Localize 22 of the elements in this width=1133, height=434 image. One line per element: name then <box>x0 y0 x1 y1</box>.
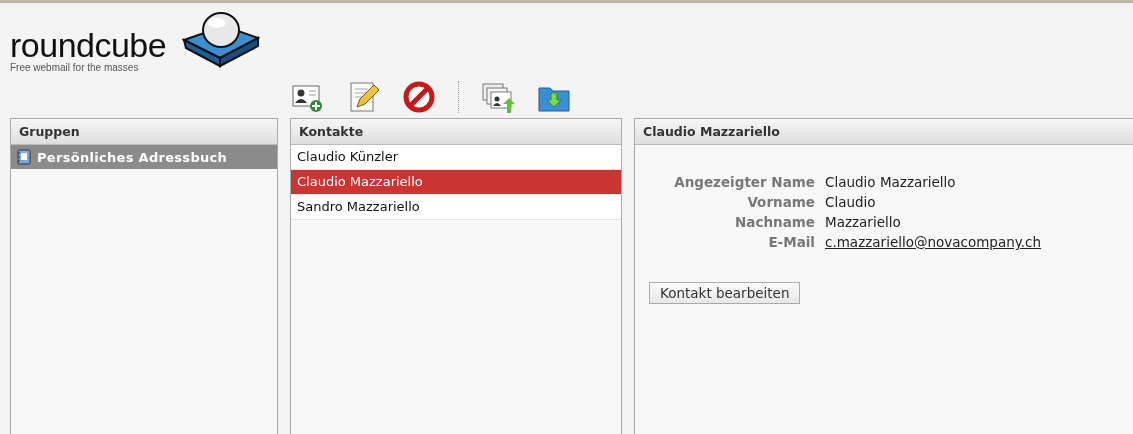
logo-tagline: Free webmail for the masses <box>10 62 139 73</box>
field-label: Angezeigter Name <box>673 174 815 190</box>
field-value: Claudio <box>825 194 877 210</box>
contact-cards-upload-button[interactable] <box>481 80 515 114</box>
group-label: Persönliches Adressbuch <box>37 149 228 165</box>
email-link[interactable]: c.mazzariello@novacompany.ch <box>825 234 1042 250</box>
no-entry-icon <box>402 80 436 114</box>
contact-item[interactable]: Claudio Mazzariello <box>291 170 621 195</box>
address-book-icon <box>17 149 31 165</box>
field-value: Mazzariello <box>825 214 902 230</box>
panel-header: Claudio Mazzariello <box>635 119 1133 145</box>
no-entry-button[interactable] <box>402 80 436 114</box>
contact-cards-upload-icon <box>481 80 515 114</box>
panel-header: Gruppen <box>11 119 277 145</box>
field-value: Claudio Mazzariello <box>825 174 957 190</box>
field-label: E-Mail <box>767 234 815 250</box>
field-label: Vorname <box>746 194 815 210</box>
logo-wordmark: roundcube <box>10 28 167 62</box>
cube-logo-icon <box>180 10 262 68</box>
edit-contact-button[interactable]: Kontakt bearbeiten <box>649 282 801 304</box>
panel-header: Kontakte <box>291 119 621 145</box>
field-label: Nachname <box>734 214 815 230</box>
